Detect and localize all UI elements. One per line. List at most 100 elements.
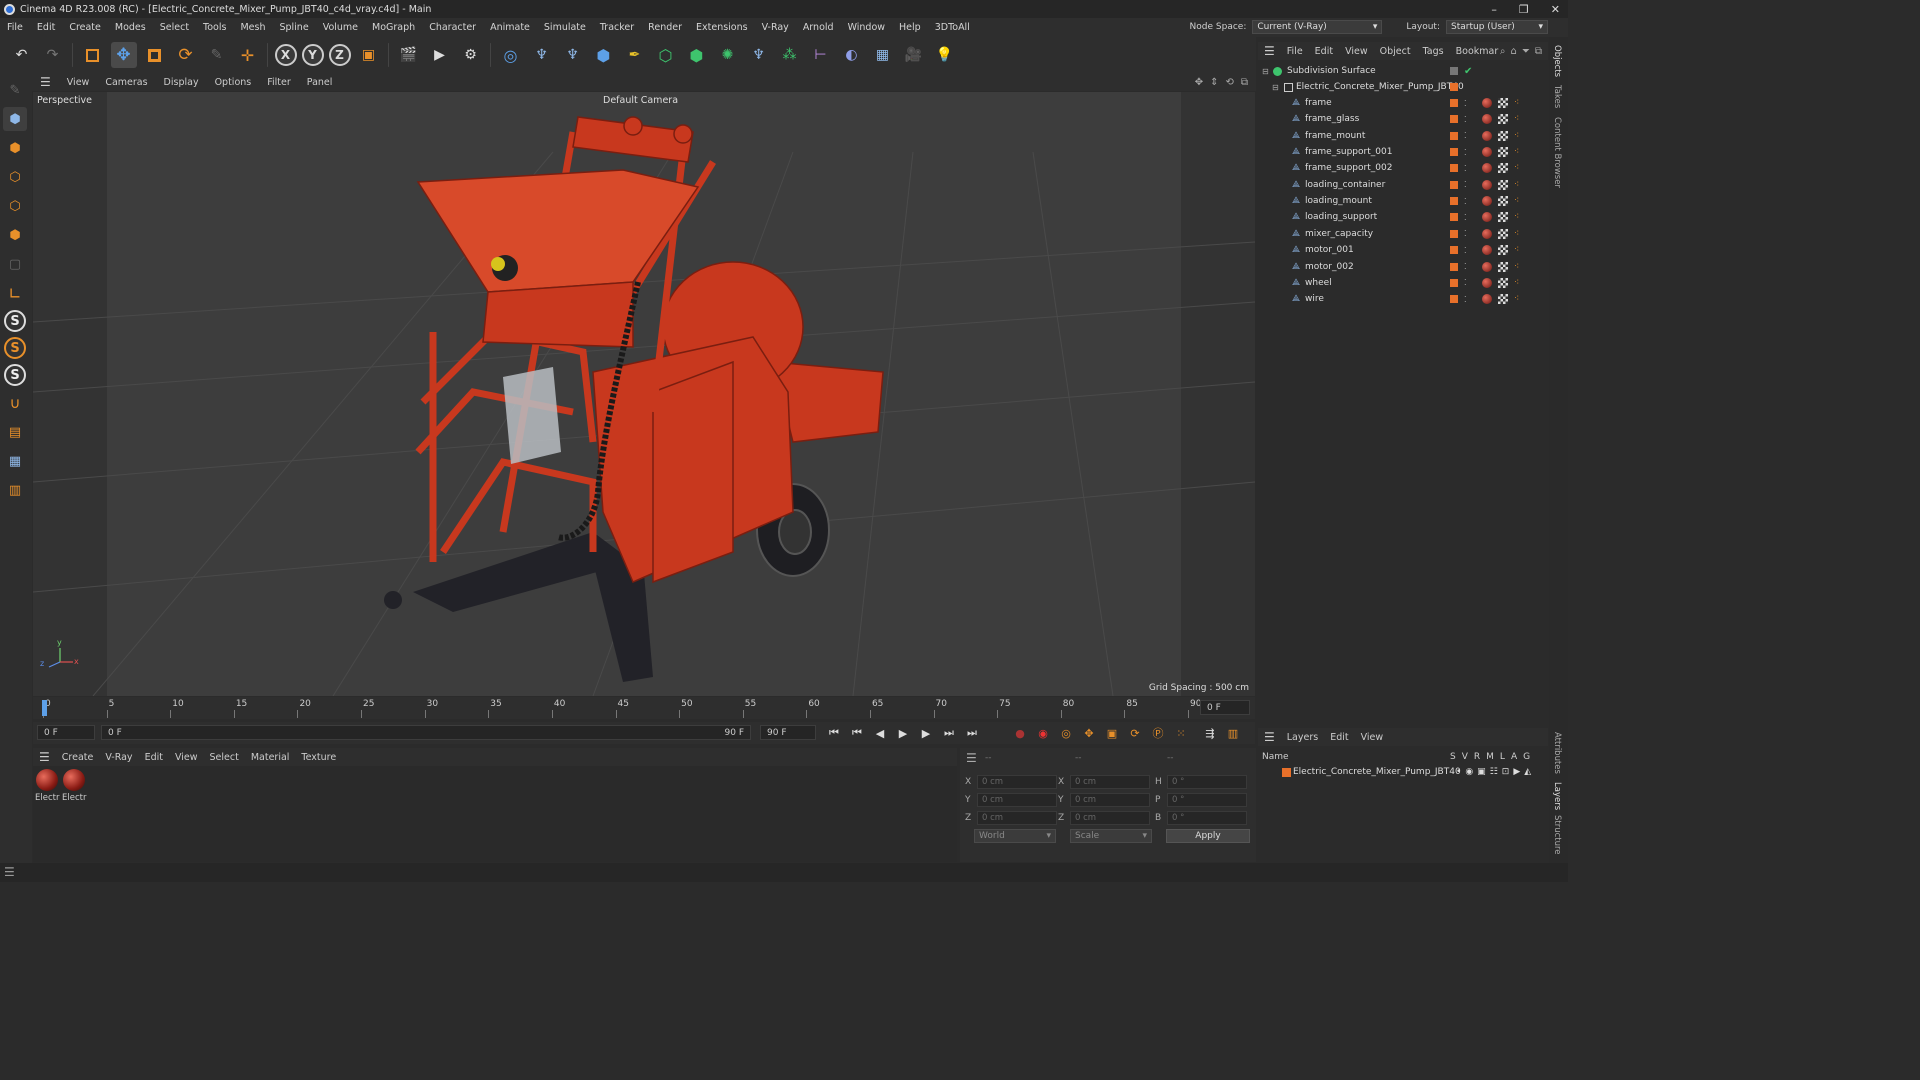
playhead[interactable] [42, 700, 47, 716]
material-swatch[interactable]: Electr [35, 769, 59, 803]
texture-tag-icon[interactable] [1498, 277, 1508, 288]
key-rotation-button[interactable]: ⟳ [1126, 724, 1144, 742]
material-menu-texture[interactable]: Texture [295, 752, 342, 763]
visibility-dots-icon[interactable]: ⁚ [1464, 229, 1467, 238]
viewport-menu-filter[interactable]: Filter [259, 77, 299, 88]
layer-color-icon[interactable] [1450, 246, 1458, 255]
collapse-icon[interactable]: ⊟ [1262, 67, 1269, 76]
frame-range-slider[interactable]: 0 F 90 F [101, 725, 751, 740]
viewport-menu-view[interactable]: View [59, 77, 98, 88]
material-menu-select[interactable]: Select [204, 752, 245, 763]
tree-row-frame[interactable]: ⟁ frame ⁚ ⁖ [1258, 95, 1548, 111]
make-editable-button[interactable]: ✎ [3, 78, 27, 102]
layer-color-icon[interactable] [1450, 131, 1458, 140]
search-icon[interactable]: ⌕ [1500, 46, 1506, 57]
material-tag-icon[interactable] [1482, 261, 1492, 272]
filter-icon[interactable]: ⏷ [1522, 46, 1530, 57]
layer-row[interactable]: Electric_Concrete_Mixer_Pump_JBT40 • ◉ ▣… [1258, 764, 1548, 780]
tab-takes[interactable]: Takes [1552, 85, 1562, 108]
python-script-button-1[interactable]: ♆ [529, 42, 555, 68]
generator-icon[interactable]: ◭ [1524, 767, 1531, 777]
texture-tag-icon[interactable] [1498, 294, 1508, 305]
menu-animate[interactable]: Animate [483, 22, 537, 33]
vray-tag-icon[interactable]: ⁖ [1514, 245, 1519, 255]
object-menu-object[interactable]: Object [1374, 46, 1417, 57]
y-position-field[interactable]: 0 cm [977, 793, 1057, 807]
texture-tag-icon[interactable] [1498, 114, 1508, 125]
texture-tag-icon[interactable] [1498, 179, 1508, 190]
tree-row-motor-002[interactable]: ⟁ motor_002 ⁚ ⁖ [1258, 259, 1548, 275]
light-button[interactable]: 💡 [932, 42, 958, 68]
vray-tag-icon[interactable]: ⁖ [1514, 98, 1519, 108]
subdivision-button[interactable]: ⬡ [653, 42, 679, 68]
visibility-dots-icon[interactable]: ⁚ [1464, 131, 1467, 140]
visibility-dots-icon[interactable]: ⁚ [1464, 246, 1467, 255]
tree-row-frame-support-001[interactable]: ⟁ frame_support_001 ⁚ ⁖ [1258, 144, 1548, 160]
workplane-button[interactable]: ▤ [3, 420, 27, 444]
menu-window[interactable]: Window [841, 22, 892, 33]
menu-select[interactable]: Select [153, 22, 196, 33]
move-tool-button[interactable]: ✥ [110, 42, 137, 68]
layer-color-icon[interactable] [1282, 767, 1291, 777]
material-menu-material[interactable]: Material [245, 752, 296, 763]
menu-3dtoall[interactable]: 3DToAll [928, 22, 977, 33]
material-menu-edit[interactable]: Edit [139, 752, 169, 763]
go-to-start-button[interactable]: ⏮ [825, 724, 843, 742]
go-to-end-button[interactable]: ⏭ [963, 724, 981, 742]
field-button[interactable]: ◐ [839, 42, 865, 68]
menu-modes[interactable]: Modes [108, 22, 153, 33]
texture-tag-icon[interactable] [1498, 163, 1508, 174]
texture-tag-icon[interactable] [1498, 261, 1508, 272]
recent-tool-button[interactable]: ✎ [204, 42, 230, 68]
object-menu-view[interactable]: View [1339, 46, 1374, 57]
material-tag-icon[interactable] [1482, 294, 1492, 305]
perspective-viewport[interactable]: y x z Perspective Default Camera Grid Sp… [33, 92, 1255, 696]
visibility-dots-icon[interactable]: ⁚ [1464, 197, 1467, 206]
timeline-window-button[interactable]: ⇶ [1201, 724, 1219, 742]
material-tag-icon[interactable] [1482, 147, 1492, 158]
tab-attributes[interactable]: Attributes [1552, 732, 1562, 774]
menu-mesh[interactable]: Mesh [233, 22, 272, 33]
previous-key-button[interactable]: ⏮ [848, 724, 866, 742]
texture-tag-icon[interactable] [1498, 147, 1508, 158]
layer-color-icon[interactable] [1450, 148, 1458, 157]
menu-character[interactable]: Character [422, 22, 483, 33]
vray-tag-icon[interactable]: ⁖ [1514, 278, 1519, 288]
hamburger-icon[interactable]: ☰ [966, 751, 977, 765]
layers-menu-edit[interactable]: Edit [1324, 732, 1354, 743]
vray-tag-icon[interactable]: ⁖ [1514, 294, 1519, 304]
menu-spline[interactable]: Spline [272, 22, 315, 33]
tree-row-wheel[interactable]: ⟁ wheel ⁚ ⁖ [1258, 275, 1548, 291]
python-script-button-2[interactable]: ♆ [560, 42, 586, 68]
menu-render[interactable]: Render [641, 22, 689, 33]
previous-frame-button[interactable]: ◀ [871, 724, 889, 742]
layer-color-icon[interactable] [1450, 115, 1458, 124]
viewport-menu-cameras[interactable]: Cameras [97, 77, 155, 88]
vray-tag-icon[interactable]: ⁖ [1514, 180, 1519, 190]
z-axis-lock-button[interactable]: Z [328, 44, 351, 66]
tab-structure[interactable]: Structure [1552, 815, 1562, 855]
visibility-dots-icon[interactable]: ⁚ [1464, 99, 1467, 108]
python-script-button-3[interactable]: ♆ [746, 42, 772, 68]
x-position-field[interactable]: 0 cm [977, 775, 1057, 789]
material-tag-icon[interactable] [1482, 114, 1492, 125]
texture-mode-button[interactable]: ⬢ [3, 136, 27, 160]
object-menu-file[interactable]: File [1281, 46, 1309, 57]
menu-mograph[interactable]: MoGraph [365, 22, 422, 33]
locked-workplane-button[interactable]: ▥ [3, 478, 27, 502]
solo-dot-icon[interactable]: • [1456, 767, 1461, 777]
layers-menu-layers[interactable]: Layers [1281, 732, 1324, 743]
enabled-check-icon[interactable]: ✔ [1464, 66, 1472, 77]
x-axis-lock-button[interactable]: X [274, 44, 297, 66]
texture-tag-icon[interactable] [1498, 245, 1508, 256]
layer-tag-icon[interactable] [1450, 67, 1458, 75]
vray-tag-icon[interactable]: ⁖ [1514, 163, 1519, 173]
visibility-dots-icon[interactable]: ⁚ [1464, 295, 1467, 304]
y-size-field[interactable]: 0 cm [1070, 793, 1150, 807]
vray-tag-icon[interactable]: ⁖ [1514, 114, 1519, 124]
p-rotation-field[interactable]: 0 ° [1167, 793, 1247, 807]
mograph-button[interactable]: ⁂ [777, 42, 803, 68]
render-region-button[interactable]: 🎬 [396, 42, 422, 68]
grid-snap-button[interactable]: ▦ [3, 449, 27, 473]
texture-tag-icon[interactable] [1498, 228, 1508, 239]
